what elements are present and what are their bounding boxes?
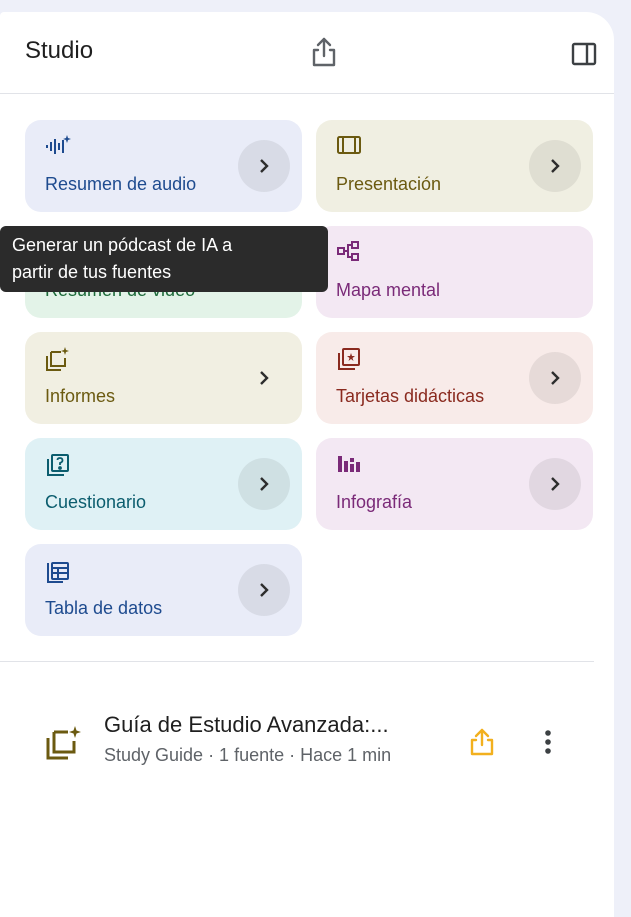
infographic-icon [336,452,360,476]
share-icon[interactable] [306,34,342,70]
card-label: Resumen de audio [45,174,197,194]
more-options-icon[interactable] [534,724,562,760]
tooltip-line-1: Generar un pódcast de IA a [12,235,233,255]
saved-note-item[interactable]: Guía de Estudio Avanzada:... Study Guide… [0,702,614,782]
card-label: Infografía [336,492,413,512]
data-table-card[interactable]: Tabla de datos [25,544,302,636]
infographic-card[interactable]: Infografía [316,438,593,530]
card-label: Cuestionario [45,492,147,512]
panel-toggle-icon[interactable] [566,36,602,72]
card-label: Presentación [336,174,442,194]
audio-overview-card[interactable]: Resumen de audio [25,120,302,212]
quiz-icon [45,452,69,476]
study-guide-icon [44,722,84,762]
tooltip: Generar un pódcast de IA a partir de tus… [0,226,328,292]
chevron-right-icon[interactable] [529,458,581,510]
section-divider [0,661,594,662]
chevron-right-icon[interactable] [238,140,290,192]
panel-title: Studio [25,37,94,64]
chevron-right-icon[interactable] [238,458,290,510]
reports-card[interactable]: Informes [25,332,302,424]
note-title: Guía de Estudio Avanzada:... [104,712,389,737]
presentation-card[interactable]: Presentación [316,120,593,212]
studio-panel: Studio Resumen de audio Presentación Map… [0,12,614,917]
card-label: Informes [45,386,116,406]
mind-map-icon [336,240,360,264]
chevron-right-icon[interactable] [238,564,290,616]
slides-icon [336,134,361,158]
data-table-icon [45,558,69,583]
card-label: Tabla de datos [45,598,163,618]
card-label: Mapa mental [336,280,441,300]
card-label: Tarjetas didácticas [336,386,485,406]
share-note-icon[interactable] [464,724,500,760]
audio-waveform-icon [45,134,71,158]
window-edge [614,0,631,917]
mind-map-card[interactable]: Mapa mental [316,226,593,318]
flashcards-icon [336,346,360,370]
chevron-right-icon[interactable] [238,352,290,404]
note-meta: Study Guide · 1 fuente · Hace 1 min [104,745,392,765]
chevron-right-icon[interactable] [529,352,581,404]
studio-header: Studio [0,12,614,94]
flashcards-card[interactable]: Tarjetas didácticas [316,332,593,424]
quiz-card[interactable]: Cuestionario [25,438,302,530]
tooltip-line-2: partir de tus fuentes [12,262,172,282]
reports-icon [45,346,69,371]
chevron-right-icon[interactable] [529,140,581,192]
